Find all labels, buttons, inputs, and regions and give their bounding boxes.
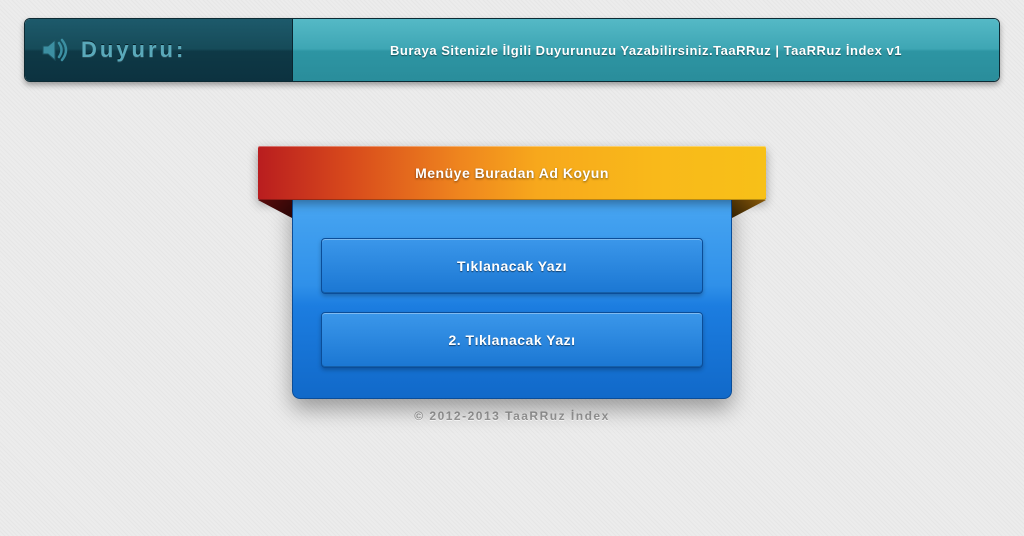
- speaker-icon: [41, 36, 71, 64]
- menu-body: Tıklanacak Yazı 2. Tıklanacak Yazı: [292, 194, 732, 399]
- menu-item-1[interactable]: Tıklanacak Yazı: [321, 238, 703, 294]
- menu-panel: Menüye Buradan Ad Koyun Tıklanacak Yazı …: [292, 146, 732, 423]
- menu-title: Menüye Buradan Ad Koyun: [415, 165, 609, 181]
- ribbon-fold-left: [258, 200, 292, 218]
- menu-title-ribbon: Menüye Buradan Ad Koyun: [258, 146, 766, 200]
- ribbon-fold-right: [732, 200, 766, 218]
- announcement-bar: Duyuru: Buraya Sitenizle İlgili Duyurunu…: [24, 18, 1000, 82]
- announcement-label-area: Duyuru:: [25, 19, 293, 81]
- footer-text: © 2012-2013 TaaRRuz İndex: [292, 409, 732, 423]
- announcement-label: Duyuru:: [81, 37, 186, 63]
- announcement-text-area: Buraya Sitenizle İlgili Duyurunuzu Yazab…: [293, 19, 999, 81]
- menu-item-2[interactable]: 2. Tıklanacak Yazı: [321, 312, 703, 368]
- menu-item-label: 2. Tıklanacak Yazı: [448, 332, 575, 348]
- menu-item-label: Tıklanacak Yazı: [457, 258, 567, 274]
- announcement-text: Buraya Sitenizle İlgili Duyurunuzu Yazab…: [390, 43, 902, 58]
